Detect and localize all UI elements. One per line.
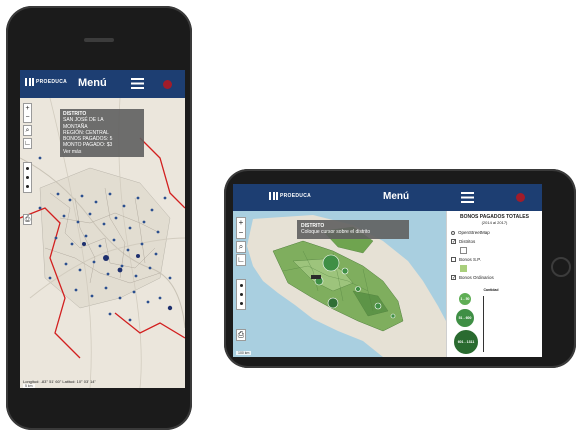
zoom-controls: + − bbox=[236, 217, 246, 239]
legend-bubble: 51 - 600 bbox=[455, 308, 475, 328]
legend-swatch bbox=[460, 265, 467, 272]
popup-line: Coloque cursor sobre el distrito bbox=[301, 229, 371, 236]
minus-icon[interactable]: − bbox=[23, 113, 32, 122]
edit-icon[interactable] bbox=[26, 176, 29, 179]
zoom-controls: + − bbox=[23, 103, 32, 123]
measure-control: ∟ bbox=[236, 254, 246, 266]
logo: PROEDUCA bbox=[269, 192, 311, 200]
layer-option-distritos[interactable]: ✓ Distritos bbox=[451, 239, 538, 245]
notification-icon[interactable] bbox=[163, 80, 172, 89]
map[interactable]: + − ⌕ ∟ ⎙ DISTRITO Coloque cursor sobre … bbox=[233, 211, 542, 357]
landscape-screen: PROEDUCA Menú + − ⌕ ∟ ⎙ DISTRITO Coloque… bbox=[233, 184, 542, 357]
menu-label: Menú bbox=[78, 77, 107, 89]
delete-icon[interactable] bbox=[26, 185, 29, 188]
search-control: ⌕ bbox=[23, 125, 32, 136]
logo: PROEDUCA bbox=[25, 78, 67, 86]
menu-label: Menú bbox=[383, 191, 410, 202]
hamburger-menu-icon[interactable] bbox=[461, 192, 474, 203]
bubble-legend: Cantidad 1 - 50 51 - 600 601 - 1311 bbox=[453, 288, 515, 357]
radio-icon[interactable] bbox=[451, 230, 455, 235]
phone-portrait: PROEDUCA Menú + − ⌕ ∟ ⎙ DISTRITO SAN JOS… bbox=[6, 6, 192, 430]
scale-bar: 5 km bbox=[23, 384, 35, 388]
map[interactable]: + − ⌕ ∟ ⎙ DISTRITO SAN JOSÉ DE LA MONTAÑ… bbox=[20, 98, 185, 388]
delete-icon[interactable] bbox=[239, 302, 243, 305]
draw-tools bbox=[23, 162, 32, 193]
home-button[interactable] bbox=[551, 257, 571, 277]
logo-text: PROEDUCA bbox=[280, 193, 312, 199]
district-info-popup: DISTRITO SAN JOSÉ DE LA MONTAÑA REGIÓN: … bbox=[60, 109, 144, 157]
portrait-screen: PROEDUCA Menú + − ⌕ ∟ ⎙ DISTRITO SAN JOS… bbox=[20, 70, 185, 388]
layer-option-bonos-ordinarios[interactable]: ✓ Bonos Ordinarios bbox=[451, 275, 538, 281]
layer-label: Bonos Ordinarios bbox=[459, 275, 494, 280]
scale-bar: 100 km bbox=[236, 351, 252, 355]
logo-icon bbox=[25, 78, 34, 86]
draw-icon[interactable] bbox=[26, 167, 29, 170]
logo-icon bbox=[269, 192, 278, 200]
layers-panel: BONOS PAGADOS TOTALES (2014 al 2017) Ope… bbox=[446, 211, 542, 357]
logo-text: PROEDUCA bbox=[36, 79, 68, 85]
popup-more-link[interactable]: Ver más bbox=[63, 149, 141, 155]
district-info-popup: DISTRITO Coloque cursor sobre el distrit… bbox=[297, 220, 409, 239]
draw-tools bbox=[236, 279, 246, 310]
plus-icon[interactable]: + bbox=[236, 218, 246, 228]
print-icon[interactable]: ⎙ bbox=[23, 215, 32, 224]
legend-bubble: 1 - 50 bbox=[458, 292, 472, 306]
search-control: ⌕ bbox=[236, 241, 246, 253]
phone-landscape: PROEDUCA Menú + − ⌕ ∟ ⎙ DISTRITO Coloque… bbox=[224, 169, 576, 368]
phone-speaker bbox=[84, 38, 114, 42]
notification-icon[interactable] bbox=[516, 193, 525, 202]
layer-label: Bonos S.P. bbox=[459, 257, 481, 262]
print-icon[interactable]: ⎙ bbox=[236, 330, 246, 340]
hamburger-menu-icon[interactable] bbox=[131, 78, 144, 89]
app-header: PROEDUCA Menú bbox=[233, 184, 542, 211]
edit-icon[interactable] bbox=[239, 293, 243, 296]
print-control: ⎙ bbox=[236, 329, 246, 341]
ruler-icon[interactable]: ∟ bbox=[23, 139, 32, 148]
ruler-icon[interactable]: ∟ bbox=[236, 255, 246, 265]
layer-option-bonos-sp[interactable]: Bonos S.P. bbox=[451, 257, 538, 262]
bubble-legend-caption: Cantidad bbox=[483, 288, 499, 292]
legend-swatch bbox=[460, 247, 467, 254]
print-control: ⎙ bbox=[23, 214, 32, 225]
layer-label: Distritos bbox=[459, 239, 476, 244]
legend-divider bbox=[483, 296, 484, 352]
base-layer-option[interactable]: OpenStreetMap bbox=[451, 230, 538, 235]
checkbox-icon[interactable]: ✓ bbox=[451, 239, 456, 245]
draw-icon[interactable] bbox=[239, 284, 243, 287]
app-header: PROEDUCA Menú bbox=[20, 70, 185, 98]
checkbox-icon[interactable] bbox=[451, 257, 456, 262]
measure-control: ∟ bbox=[23, 138, 32, 149]
checkbox-icon[interactable]: ✓ bbox=[451, 275, 456, 281]
panel-subtitle: (2014 al 2017) bbox=[481, 220, 508, 225]
search-icon[interactable]: ⌕ bbox=[236, 242, 246, 252]
legend-bubble: 601 - 1311 bbox=[453, 329, 479, 355]
plus-icon[interactable]: + bbox=[23, 104, 32, 113]
base-layer-label: OpenStreetMap bbox=[458, 230, 490, 235]
search-icon[interactable]: ⌕ bbox=[23, 126, 32, 135]
minus-icon[interactable]: − bbox=[236, 228, 246, 238]
